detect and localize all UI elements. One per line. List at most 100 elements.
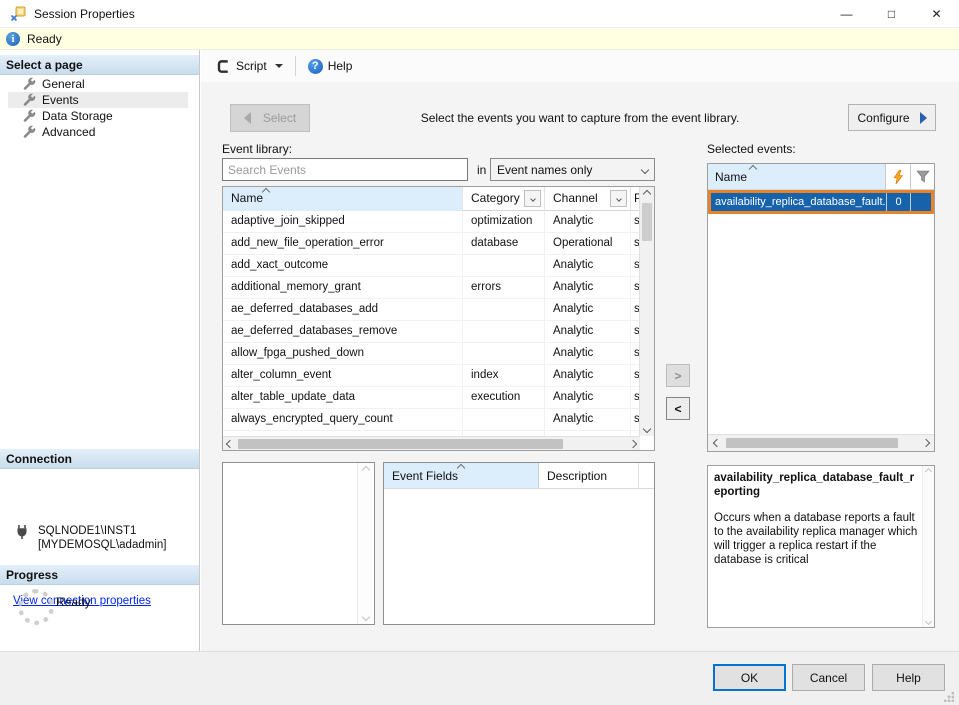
cell-category xyxy=(463,255,545,276)
cell-category xyxy=(463,409,545,430)
chevron-down-icon xyxy=(641,165,649,173)
sidebar-item-general[interactable]: General xyxy=(8,76,188,92)
minimize-button[interactable]: — xyxy=(824,0,869,28)
cell-name: ae_deferred_databases_remove xyxy=(223,321,463,342)
column-label: Description xyxy=(547,469,607,483)
configure-button-label: Configure xyxy=(857,111,909,125)
event-row[interactable]: additional_memory_granterrorsAnalyticsq xyxy=(223,277,640,299)
sidebar: Select a page General Events Data Storag… xyxy=(0,50,200,651)
help-button-footer[interactable]: Help xyxy=(872,664,945,691)
channel-filter-dropdown[interactable] xyxy=(610,190,627,207)
help-icon: ? xyxy=(308,59,323,74)
event-row[interactable]: always_encrypted_query_countAnalyticsq xyxy=(223,409,640,431)
sort-ascending-icon xyxy=(749,165,757,173)
horizontal-scrollbar[interactable] xyxy=(223,436,640,450)
event-row[interactable]: alter_column_eventindexAnalyticsq xyxy=(223,365,640,387)
scroll-down-button[interactable] xyxy=(362,613,370,621)
sidebar-item-label: General xyxy=(42,77,85,91)
tab-description[interactable]: Description xyxy=(539,463,639,488)
scrollbar-thumb[interactable] xyxy=(238,439,563,449)
cell-name: alter_column_event xyxy=(223,365,463,386)
column-header-filter[interactable] xyxy=(911,164,934,189)
cell-name: always_encrypted_query_count xyxy=(223,409,463,430)
tab-event-fields[interactable]: Event Fields xyxy=(384,463,539,488)
scroll-left-button[interactable] xyxy=(708,435,725,452)
column-header-name[interactable]: Name xyxy=(708,164,886,189)
column-header-name[interactable]: Name xyxy=(223,187,463,211)
scroll-left-button[interactable] xyxy=(223,437,237,451)
help-button[interactable]: ? Help xyxy=(302,54,359,78)
category-filter-dropdown[interactable] xyxy=(524,190,541,207)
configure-button[interactable]: Configure xyxy=(848,104,936,131)
vertical-scrollbar[interactable] xyxy=(922,466,934,627)
ok-button[interactable]: OK xyxy=(713,664,786,691)
sidebar-item-data-storage[interactable]: Data Storage xyxy=(8,108,188,124)
cell-category: errors xyxy=(463,277,545,298)
instruction-text: Select the events you want to capture fr… xyxy=(330,111,830,125)
chevron-down-icon xyxy=(275,64,283,68)
scrollbar-thumb[interactable] xyxy=(726,438,898,448)
title-bar: Session Properties — □ ✕ xyxy=(0,0,959,28)
column-header-channel[interactable]: Channel xyxy=(545,187,631,211)
cell-category: execution xyxy=(463,387,545,408)
scroll-right-button[interactable] xyxy=(917,435,934,452)
scroll-right-button[interactable] xyxy=(626,437,640,451)
scroll-up-button[interactable] xyxy=(362,466,370,474)
event-row[interactable]: allow_fpga_pushed_downAnalyticsq xyxy=(223,343,640,365)
filter-funnel-icon xyxy=(916,170,930,183)
add-event-button[interactable]: > xyxy=(666,364,690,387)
script-button[interactable]: Script xyxy=(210,54,289,78)
lightning-bolt-icon xyxy=(892,170,905,184)
selected-event-name: availability_replica_database_fault... xyxy=(711,193,887,211)
event-row[interactable]: alter_table_update_dataexecutionAnalytic… xyxy=(223,387,640,409)
close-button[interactable]: ✕ xyxy=(914,0,959,28)
cancel-button[interactable]: Cancel xyxy=(792,664,865,691)
connection-info: SQLNODE1\INST1 [MYDEMOSQL\adadmin] xyxy=(14,524,194,552)
selected-event-filter-cell xyxy=(911,193,931,211)
scroll-up-button[interactable] xyxy=(640,187,654,201)
scroll-up-button[interactable] xyxy=(925,468,932,475)
horizontal-scrollbar[interactable] xyxy=(708,434,934,451)
scrollbar-thumb[interactable] xyxy=(642,203,652,241)
resize-grip[interactable] xyxy=(944,692,954,702)
column-label: Name xyxy=(715,170,747,184)
window-title: Session Properties xyxy=(34,7,135,21)
script-icon xyxy=(216,59,231,74)
column-label: Channel xyxy=(553,191,598,205)
event-row[interactable]: ae_deferred_databases_removeAnalyticsq xyxy=(223,321,640,343)
scroll-down-button[interactable] xyxy=(925,618,932,625)
cell-category: database xyxy=(463,233,545,254)
wrench-icon xyxy=(22,125,36,139)
sidebar-item-label: Advanced xyxy=(42,125,95,139)
maximize-button[interactable]: □ xyxy=(869,0,914,28)
vertical-scrollbar[interactable] xyxy=(357,463,374,624)
event-row[interactable]: adaptive_join_skippedoptimizationAnalyti… xyxy=(223,211,640,233)
event-row[interactable]: ae_deferred_databases_addAnalyticsq xyxy=(223,299,640,321)
help-label: Help xyxy=(328,59,353,73)
event-row[interactable]: add_xact_outcomeAnalyticsq xyxy=(223,255,640,277)
scroll-down-button[interactable] xyxy=(640,422,654,436)
sidebar-item-advanced[interactable]: Advanced xyxy=(8,124,188,140)
sidebar-item-events[interactable]: Events xyxy=(8,92,188,108)
selected-events-table: Name availability_replica_database_fault… xyxy=(707,163,935,452)
vertical-scrollbar[interactable] xyxy=(639,187,654,436)
sidebar-item-label: Events xyxy=(42,93,79,107)
search-input[interactable] xyxy=(222,158,468,181)
cell-category xyxy=(463,321,545,342)
column-label: Event Fields xyxy=(392,469,458,483)
search-scope-dropdown[interactable]: Event names only xyxy=(490,158,655,181)
cell-name: additional_memory_grant xyxy=(223,277,463,298)
column-header-event-count[interactable] xyxy=(886,164,911,189)
arrow-left-icon xyxy=(244,112,251,124)
event-fields-header: Event Fields Description xyxy=(384,463,654,489)
event-description-title: availability_replica_database_fault_repo… xyxy=(714,471,918,499)
remove-event-button[interactable]: < xyxy=(666,397,690,420)
event-row[interactable]: add_new_file_operation_errordatabaseOper… xyxy=(223,233,640,255)
select-button[interactable]: Select xyxy=(230,104,310,132)
selected-event-row[interactable]: availability_replica_database_fault... 0 xyxy=(708,190,934,214)
column-label: Category xyxy=(471,191,520,205)
connection-icon xyxy=(14,524,30,540)
in-label: in xyxy=(477,163,486,177)
toolbar-separator xyxy=(295,56,296,76)
column-header-category[interactable]: Category xyxy=(463,187,545,211)
